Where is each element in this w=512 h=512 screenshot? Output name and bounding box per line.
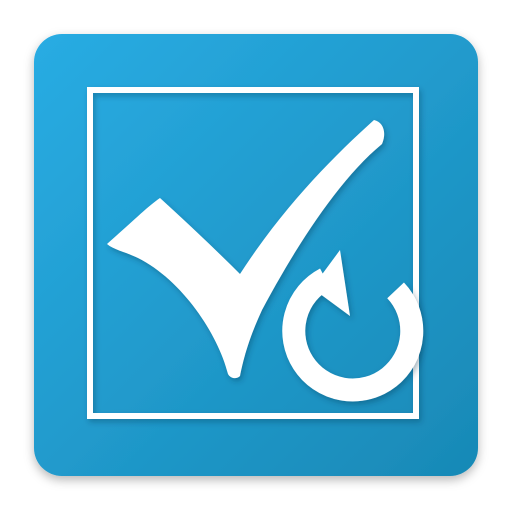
app-icon <box>34 34 478 476</box>
app-icon-stage <box>0 0 512 512</box>
